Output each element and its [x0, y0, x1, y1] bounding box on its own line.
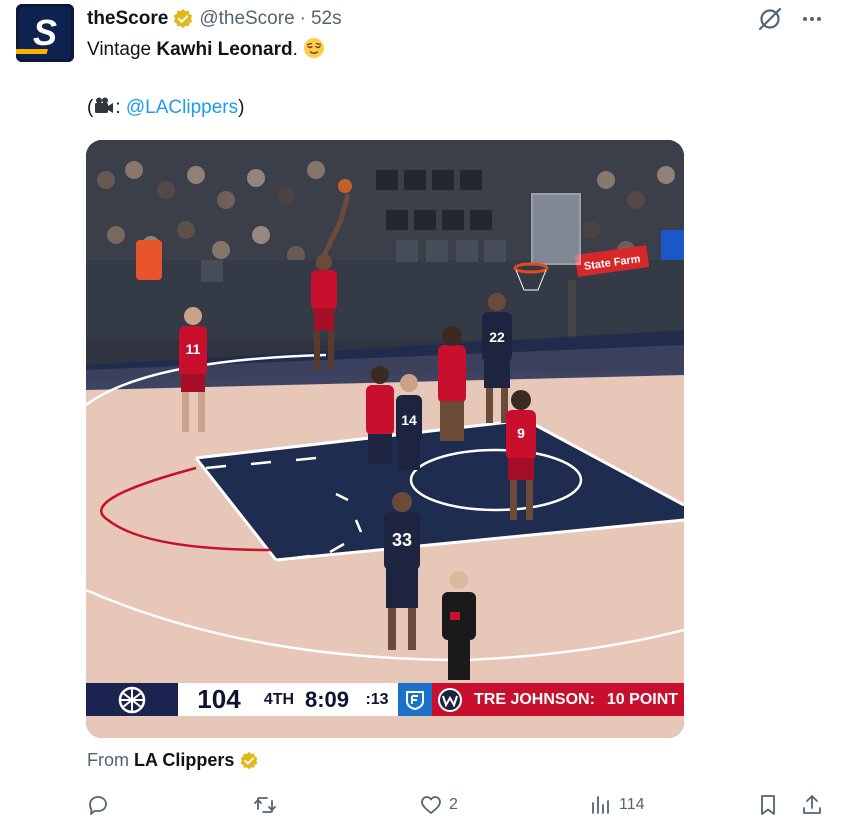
- source-prefix: From: [87, 750, 129, 770]
- post-time[interactable]: 52s: [311, 8, 342, 30]
- avatar-letter: S: [33, 12, 57, 53]
- source-attribution: From LA Clippers: [87, 750, 264, 771]
- clippers-logo-icon: [118, 686, 146, 713]
- camera-emoji-icon: [95, 97, 114, 113]
- share-button[interactable]: [800, 790, 824, 820]
- tweet-text-line-1: Vintage Kawhi Leonard.: [87, 36, 807, 63]
- jersey-number-14: 14: [401, 412, 417, 428]
- jersey-number-22: 22: [489, 329, 505, 345]
- heart-icon: [421, 796, 441, 814]
- tweet: S theScore @theScore · 52s Vintage Kawhi…: [0, 0, 841, 837]
- jersey-number-33: 33: [392, 530, 412, 550]
- verified-badge-icon[interactable]: [239, 751, 259, 771]
- repost-button[interactable]: [253, 790, 283, 820]
- clippers-logo: [86, 683, 178, 716]
- action-bar: 2 114: [86, 790, 826, 820]
- account-handle[interactable]: @theScore: [199, 8, 294, 30]
- like-button[interactable]: 2: [419, 790, 458, 820]
- jersey-number-11: 11: [186, 341, 201, 357]
- fanduel-shield-icon: [406, 690, 424, 710]
- credit-close: ): [238, 97, 245, 118]
- wizards-logo: [432, 683, 468, 716]
- basketball-game-video-frame: State Farm 22 11 14 9 33: [86, 140, 684, 738]
- text-bold-name: Kawhi Leonard: [156, 39, 293, 60]
- account-name[interactable]: theScore: [87, 8, 168, 30]
- jersey-number-9: 9: [517, 425, 525, 441]
- source-name-link[interactable]: LA Clippers: [134, 750, 234, 771]
- shot-clock: :13: [356, 683, 398, 716]
- ticker-label: TRE JOHNSON:: [474, 690, 595, 708]
- tweet-text: Vintage Kawhi Leonard. ( : @LAClippers): [87, 36, 807, 121]
- thescore-logo: S: [16, 4, 74, 62]
- more-options-icon[interactable]: [799, 6, 825, 32]
- bookmark-button[interactable]: [756, 790, 780, 820]
- views-count: 114: [619, 796, 645, 813]
- score: 104: [178, 683, 260, 716]
- credit-colon: :: [115, 97, 126, 118]
- share-icon: [803, 795, 821, 814]
- text-suffix: .: [292, 39, 298, 60]
- reply-button[interactable]: [86, 790, 116, 820]
- clippers-mention-link[interactable]: @LAClippers: [126, 97, 238, 118]
- relieved-face-emoji-icon: [304, 38, 325, 58]
- views-chart-icon: [592, 796, 609, 814]
- ticker-value: 10 POINT: [606, 690, 679, 708]
- separator-dot: ·: [299, 8, 306, 29]
- tweet-text-line-2: ( : @LAClippers): [87, 94, 807, 121]
- text-prefix: Vintage: [87, 39, 157, 60]
- wizards-logo-icon: [438, 687, 462, 712]
- like-count: 2: [449, 796, 458, 813]
- tweet-header: theScore @theScore · 52s: [87, 7, 342, 31]
- stat-ticker: TRE JOHNSON: 10 POINT: [468, 683, 684, 716]
- verified-badge-icon[interactable]: [172, 8, 194, 30]
- video-player[interactable]: State Farm 22 11 14 9 33 104 4TH 8:09:1…: [86, 140, 684, 738]
- grok-icon[interactable]: [757, 6, 783, 32]
- avatar[interactable]: S: [16, 4, 74, 62]
- bookmark-icon: [761, 795, 775, 815]
- reply-icon: [89, 796, 107, 815]
- game-clock: 8:09: [298, 683, 356, 716]
- sponsor-logo: [398, 683, 432, 716]
- top-actions: [757, 6, 825, 32]
- views-button[interactable]: 114: [589, 790, 645, 820]
- repost-icon: [254, 797, 276, 813]
- quarter: 4TH: [260, 683, 298, 716]
- scorebug: 104 4TH 8:09 :13 TRE JOHNSON: 10 POINT: [86, 683, 684, 716]
